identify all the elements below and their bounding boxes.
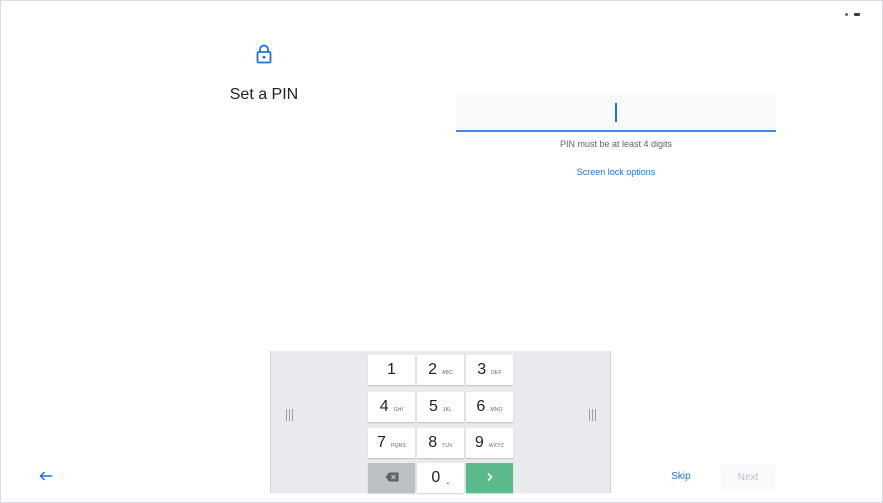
status-tray <box>845 13 860 16</box>
key-digit: 0 <box>431 469 441 486</box>
key-9[interactable]: 9 WXYZ <box>466 428 513 458</box>
screen-lock-options-link[interactable]: Screen lock options <box>456 167 776 177</box>
drag-handle-right[interactable] <box>588 409 596 421</box>
skip-button[interactable]: Skip <box>661 471 701 482</box>
pin-keypad: 1 2 ABC 3 DEF 4 GHI 5 JKL 6 MNO 7 PQRS 8 <box>270 351 611 493</box>
key-digit: 3 <box>477 361 487 378</box>
key-digit: 2 <box>428 361 437 378</box>
key-dot: . <box>446 473 450 487</box>
pin-hint: PIN must be at least 4 digits <box>559 139 673 149</box>
oobe-window: Set a PIN PIN must be at least 4 digits … <box>0 0 883 503</box>
backspace-button[interactable] <box>368 463 415 493</box>
key-letters: MNO <box>490 407 503 413</box>
pin-input[interactable] <box>456 95 776 132</box>
key-digit: 5 <box>428 398 438 415</box>
key-3[interactable]: 3 DEF <box>466 355 513 385</box>
page-title: Set a PIN <box>229 86 299 103</box>
network-icon <box>845 13 848 16</box>
arrow-left-icon <box>39 468 53 486</box>
drag-handle-left[interactable] <box>285 409 293 421</box>
key-1[interactable]: 1 <box>368 355 415 385</box>
key-4[interactable]: 4 GHI <box>368 392 415 422</box>
key-2[interactable]: 2 ABC <box>417 355 464 385</box>
backspace-icon <box>385 469 399 487</box>
key-letters: TUV <box>442 443 453 449</box>
back-button[interactable] <box>33 466 59 488</box>
lock-icon <box>254 43 274 65</box>
chevron-right-icon <box>486 469 494 487</box>
battery-icon <box>854 13 860 16</box>
key-digit: 4 <box>379 398 389 415</box>
key-letters: DEF <box>491 370 502 376</box>
key-digit: 8 <box>428 434 438 451</box>
key-8[interactable]: 8 TUV <box>417 428 464 458</box>
key-digit: 7 <box>377 434 386 451</box>
key-digit: 9 <box>474 434 484 451</box>
key-letters: JKL <box>442 407 453 413</box>
submit-key[interactable] <box>466 463 513 493</box>
key-0[interactable]: 0 . <box>417 463 464 493</box>
key-5[interactable]: 5 JKL <box>417 392 464 422</box>
next-button[interactable]: Next <box>721 465 775 489</box>
key-letters: PQRS <box>390 443 406 449</box>
key-digit: 1 <box>387 361 396 378</box>
key-6[interactable]: 6 MNO <box>466 392 513 422</box>
key-7[interactable]: 7 PQRS <box>368 428 415 458</box>
key-letters: WXYZ <box>488 443 505 449</box>
key-letters: GHI <box>393 407 404 413</box>
key-digit: 6 <box>476 398 486 415</box>
key-letters: ABC <box>442 370 453 376</box>
